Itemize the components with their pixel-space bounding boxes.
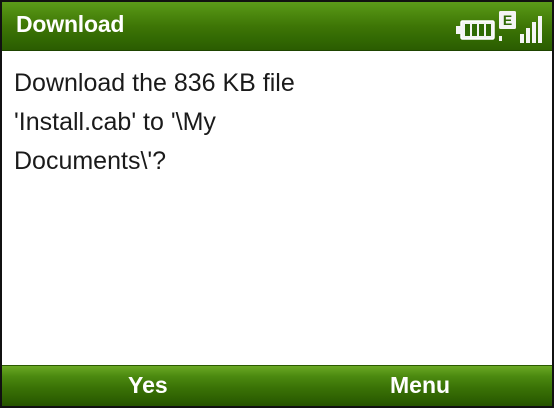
message-line: Documents\'? [14, 147, 167, 175]
phone-screen: Download E Download the 836 KB file 'Ins… [0, 0, 554, 408]
network-type-label: E [503, 12, 512, 28]
network-edge-icon: E [498, 10, 518, 44]
yes-softkey[interactable]: Yes [128, 372, 168, 399]
dialog-message: Download the 836 KB file 'Install.cab' t… [14, 64, 414, 181]
signal-strength-icon [520, 14, 542, 44]
menu-softkey[interactable]: Menu [390, 372, 450, 399]
window-title: Download [16, 11, 125, 37]
message-line: Download the 836 KB file [14, 69, 295, 97]
battery-icon [456, 20, 496, 40]
title-bar: Download E [2, 2, 552, 51]
softkey-bar: Yes Menu [2, 365, 552, 406]
message-line: 'Install.cab' to '\My [14, 108, 216, 136]
status-area: E [456, 8, 542, 44]
